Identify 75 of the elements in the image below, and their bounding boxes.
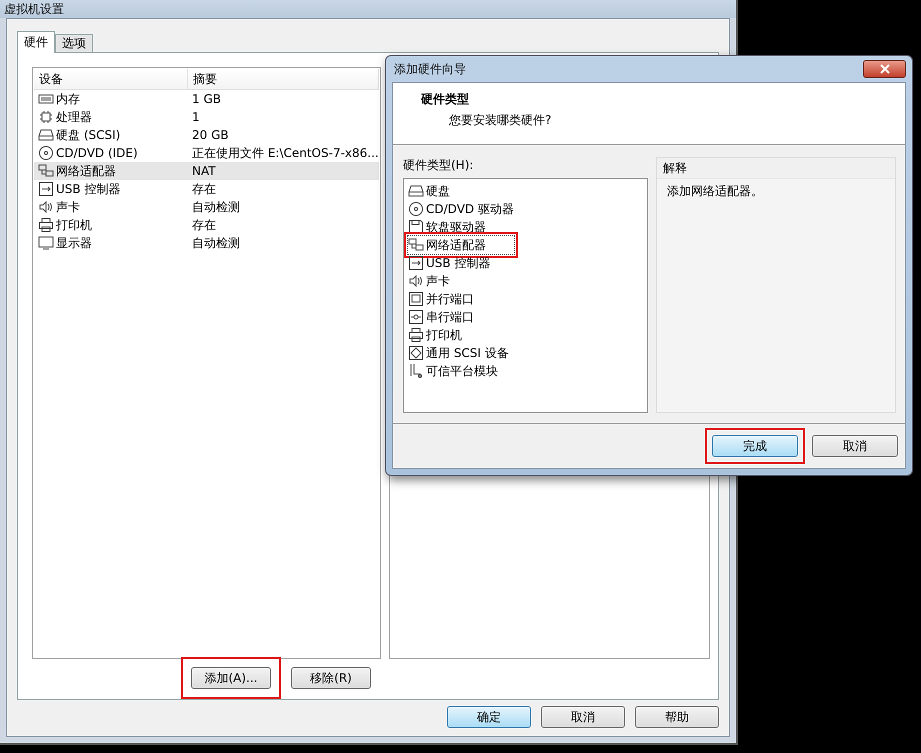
list-item[interactable]: 可信平台模块 <box>408 362 502 380</box>
hard-drive-icon <box>408 183 424 199</box>
table-cell: 20 GB <box>192 128 229 142</box>
table-cell: 正在使用文件 E:\CentOS-7-x86... <box>192 144 379 162</box>
table-row[interactable]: 处理器 1 <box>34 108 379 126</box>
port-icon <box>408 309 424 325</box>
dialog-button[interactable]: 取消 <box>541 706 625 728</box>
disc-icon <box>38 145 54 161</box>
device-button[interactable]: 移除(R) <box>291 667 371 689</box>
tab[interactable]: 选项 <box>55 34 93 52</box>
table-cell: 网络适配器 <box>56 162 116 180</box>
speaker-icon <box>38 199 54 215</box>
table-row[interactable]: 打印机 存在 <box>34 216 379 234</box>
table-row[interactable]: CD/DVD (IDE) 正在使用文件 E:\CentOS-7-x86... <box>34 144 379 162</box>
hard-drive-icon <box>38 127 54 143</box>
list-label: 硬件类型(H): <box>403 157 474 174</box>
table-cell: 打印机 <box>56 216 92 234</box>
speaker-icon <box>408 273 424 289</box>
usb-icon <box>408 255 424 271</box>
table-cell: NAT <box>192 164 216 178</box>
usb-icon <box>38 181 54 197</box>
list-item[interactable]: 并行端口 <box>408 290 478 308</box>
window-title: 虚拟机设置 <box>4 0 64 18</box>
list-item[interactable]: 声卡 <box>408 272 454 290</box>
wizard-subheading: 您要安装哪类硬件? <box>448 112 552 129</box>
table-row[interactable]: 网络适配器 NAT <box>34 162 379 180</box>
tab[interactable]: 硬件 <box>17 31 55 53</box>
table-row[interactable]: 内存 1 GB <box>34 90 379 108</box>
wizard-button[interactable]: 取消 <box>812 435 898 457</box>
column-header[interactable]: 摘要 <box>188 69 379 89</box>
table-cell: CD/DVD (IDE) <box>56 146 138 160</box>
list-item[interactable]: 通用 SCSI 设备 <box>408 344 513 362</box>
table-row[interactable]: 声卡 自动检测 <box>34 198 379 216</box>
table-row[interactable]: 显示器 自动检测 <box>34 234 379 252</box>
explanation-text: 添加网络适配器。 <box>667 184 763 198</box>
table-cell: 自动检测 <box>192 234 240 252</box>
table-cell: 存在 <box>192 216 216 234</box>
list-item[interactable]: USB 控制器 <box>408 254 494 272</box>
table-row[interactable]: 硬盘 (SCSI) 20 GB <box>34 126 379 144</box>
device-button[interactable]: 添加(A)... <box>191 667 271 689</box>
list-item[interactable]: 网络适配器 <box>407 235 515 255</box>
table-cell: USB 控制器 <box>56 180 120 198</box>
monitor-icon <box>38 235 54 251</box>
disc-icon <box>408 201 424 217</box>
close-button[interactable] <box>863 60 906 78</box>
wizard-button[interactable]: 完成 <box>712 435 798 457</box>
printer-icon <box>38 217 54 233</box>
table-cell: 存在 <box>192 180 216 198</box>
column-header[interactable]: 设备 <box>34 69 188 89</box>
dialog-button[interactable]: 确定 <box>447 706 531 728</box>
network-icon <box>38 163 54 179</box>
close-icon <box>880 64 890 74</box>
chip-icon <box>38 109 54 125</box>
wizard-heading: 硬件类型 <box>421 91 470 108</box>
table-cell: 自动检测 <box>192 198 240 216</box>
module-icon <box>408 363 424 379</box>
dialog-title: 添加硬件向导 <box>394 60 466 78</box>
explanation-label: 解释 <box>663 161 687 175</box>
list-item[interactable]: 串行端口 <box>408 308 478 326</box>
table-cell: 1 GB <box>192 92 221 106</box>
table-cell: 显示器 <box>56 234 92 252</box>
table-row[interactable]: USB 控制器 存在 <box>34 180 379 198</box>
network-icon <box>408 237 424 253</box>
table-cell: 硬盘 (SCSI) <box>56 126 120 144</box>
dialog-button[interactable]: 帮助 <box>635 706 719 728</box>
list-item[interactable]: 硬盘 <box>408 182 454 200</box>
list-item[interactable]: CD/DVD 驱动器 <box>408 200 518 218</box>
port-icon <box>408 291 424 307</box>
diamond-icon <box>408 345 424 361</box>
list-item[interactable]: 打印机 <box>408 326 466 344</box>
table-cell: 内存 <box>56 90 80 108</box>
printer-icon <box>408 327 424 343</box>
table-cell: 处理器 <box>56 108 92 126</box>
table-cell: 1 <box>192 110 200 124</box>
table-cell: 声卡 <box>56 198 80 216</box>
